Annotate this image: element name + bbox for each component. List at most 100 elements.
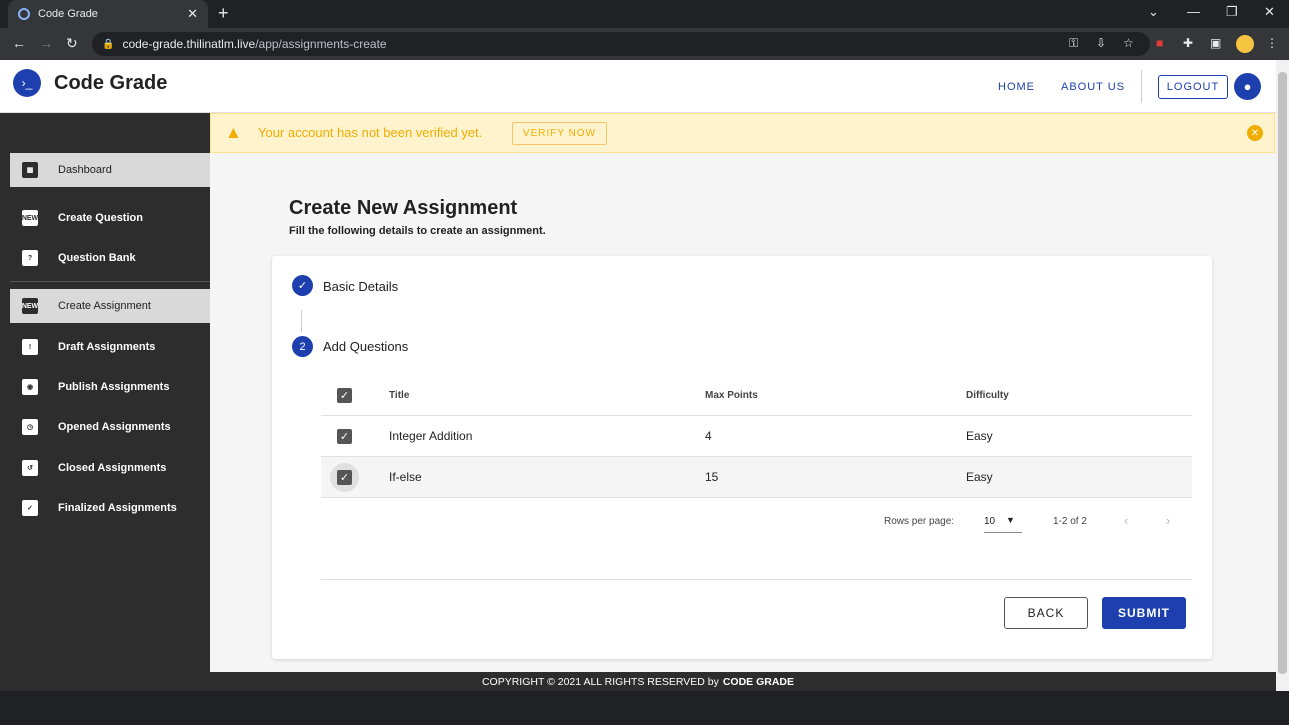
document-icon: ! — [22, 339, 38, 355]
sidebar-item-publish-assignments[interactable]: ◉ Publish Assignments — [10, 370, 210, 404]
column-title[interactable]: Title — [389, 390, 409, 401]
profile-avatar[interactable] — [1236, 35, 1254, 53]
sidebar-item-question-bank[interactable]: ? Question Bank — [10, 241, 210, 275]
reload-icon[interactable]: ↻ — [66, 35, 78, 52]
rows-per-page-label: Rows per page: — [884, 516, 955, 527]
nav-about-link[interactable]: ABOUT US — [1061, 81, 1125, 93]
sidebar-item-opened-assignments[interactable]: ◷ Opened Assignments — [10, 410, 210, 444]
footer-brand: CODE GRADE — [722, 676, 795, 688]
step-add-questions[interactable]: Add Questions — [323, 339, 408, 354]
table-row[interactable]: ✓ Integer Addition 4 Easy — [321, 416, 1192, 457]
assignment-card: ✓ Basic Details 2 Add Questions ✓ Title … — [272, 256, 1212, 659]
rows-per-page-select[interactable]: 10 ▼ — [984, 511, 1022, 533]
step-basic-details[interactable]: Basic Details — [323, 279, 398, 294]
sidepanel-icon[interactable]: ▣ — [1210, 36, 1221, 50]
menu-icon[interactable]: ⋮ — [1266, 36, 1278, 50]
nav-home-link[interactable]: HOME — [998, 81, 1035, 93]
row-difficulty: Easy — [966, 470, 993, 484]
dropdown-arrow-icon: ▼ — [1006, 515, 1015, 525]
star-icon[interactable]: ☆ — [1123, 36, 1134, 50]
url-bar[interactable]: 🔒 code-grade.thilinatlm.live/app/assignm… — [92, 32, 1150, 56]
forward-arrow-icon[interactable]: → — [39, 35, 53, 51]
close-icon[interactable]: ✕ — [1247, 125, 1263, 141]
document-icon: ◷ — [22, 419, 38, 435]
sidebar-item-dashboard[interactable]: ▦ Dashboard — [10, 153, 210, 187]
footer: COPYRIGHT © 2021 ALL RIGHTS RESERVED by … — [0, 672, 1276, 691]
user-account-icon[interactable]: ● — [1234, 73, 1261, 100]
row-max-points: 15 — [705, 470, 719, 484]
maximize-icon[interactable]: ❐ — [1226, 4, 1238, 20]
step-connector — [301, 310, 302, 332]
prev-page-icon[interactable]: ‹ — [1124, 513, 1128, 528]
logout-button[interactable]: LOGOUT — [1158, 75, 1228, 99]
verify-now-button[interactable]: VERIFY NOW — [512, 122, 607, 145]
browser-tab[interactable]: Code Grade ✕ — [8, 0, 208, 28]
column-difficulty[interactable]: Difficulty — [966, 390, 1009, 401]
page-scrollbar[interactable] — [1276, 60, 1289, 691]
card-divider — [321, 579, 1192, 580]
address-toolbar: ← → ↻ 🔒 code-grade.thilinatlm.live/app/a… — [0, 28, 1289, 60]
sidebar-item-closed-assignments[interactable]: ↺ Closed Assignments — [10, 451, 210, 485]
app-name: Code Grade — [54, 72, 168, 94]
next-page-icon[interactable]: › — [1166, 513, 1170, 528]
extensions-icon[interactable]: ✚ — [1183, 36, 1193, 50]
sidebar-item-label: Draft Assignments — [58, 341, 156, 353]
lock-icon: 🔒 — [102, 38, 115, 50]
install-icon[interactable]: ⇩ — [1096, 36, 1106, 50]
scrollbar-thumb[interactable] — [1278, 72, 1287, 674]
sidebar: ▦ Dashboard NEW Create Question ? Questi… — [0, 113, 210, 673]
new-tab-icon[interactable]: + — [218, 3, 229, 24]
check-icon: ✓ — [292, 275, 313, 296]
column-max-points[interactable]: Max Points — [705, 390, 758, 401]
row-checkbox[interactable]: ✓ — [337, 429, 352, 444]
sidebar-item-label: Dashboard — [58, 164, 112, 176]
submit-button[interactable]: SUBMIT — [1102, 597, 1186, 629]
rows-per-page-value: 10 — [984, 516, 996, 527]
close-tab-icon[interactable]: ✕ — [187, 6, 198, 22]
footer-text: COPYRIGHT © 2021 ALL RIGHTS RESERVED by — [481, 676, 719, 688]
sidebar-item-finalized-assignments[interactable]: ✓ Finalized Assignments — [10, 491, 210, 525]
row-max-points: 4 — [705, 429, 712, 443]
tab-search-icon[interactable]: ⌄ — [1148, 4, 1159, 20]
sidebar-item-label: Finalized Assignments — [58, 502, 177, 514]
sidebar-item-label: Create Question — [58, 212, 143, 224]
key-icon[interactable]: ⚿ — [1069, 36, 1078, 51]
sidebar-item-label: Opened Assignments — [58, 421, 171, 433]
row-title: Integer Addition — [389, 429, 473, 443]
tab-bar: Code Grade ✕ + ⌄ — ❐ ✕ — [0, 0, 1289, 28]
page: ›_ Code Grade HOME ABOUT US LOGOUT ● ▦ D… — [0, 60, 1276, 691]
sidebar-item-create-assignment[interactable]: NEW Create Assignment — [10, 289, 210, 323]
table-header: ✓ Title Max Points Difficulty — [321, 374, 1192, 416]
page-subtitle: Fill the following details to create an … — [289, 225, 546, 237]
sidebar-divider — [10, 281, 210, 282]
select-all-checkbox[interactable]: ✓ — [337, 388, 352, 403]
minimize-icon[interactable]: — — [1187, 4, 1200, 19]
page-title: Create New Assignment — [289, 197, 518, 219]
back-arrow-icon[interactable]: ← — [12, 35, 26, 51]
logo-icon: ›_ — [13, 69, 41, 97]
document-icon: ✓ — [22, 500, 38, 516]
pagination-range: 1-2 of 2 — [1053, 516, 1087, 527]
verification-alert: ▲ Your account has not been verified yet… — [210, 113, 1275, 153]
sidebar-item-label: Publish Assignments — [58, 381, 170, 393]
back-button[interactable]: BACK — [1004, 597, 1088, 629]
question-icon: ? — [22, 250, 38, 266]
sidebar-item-draft-assignments[interactable]: ! Draft Assignments — [10, 330, 210, 364]
header-divider — [1141, 70, 1142, 103]
document-icon: ◉ — [22, 379, 38, 395]
warning-icon: ▲ — [225, 123, 242, 142]
url-text: code-grade.thilinatlm.live/app/assignmen… — [122, 37, 387, 51]
browser-window: Code Grade ✕ + ⌄ — ❐ ✕ ← → ↻ 🔒 code-grad… — [0, 0, 1289, 725]
favicon-icon — [18, 8, 30, 20]
row-title: If-else — [389, 470, 422, 484]
tab-title: Code Grade — [38, 8, 98, 20]
new-icon: NEW — [22, 298, 38, 314]
table-row[interactable]: ✓ If-else 15 Easy — [321, 457, 1192, 498]
pocket-icon[interactable]: ■ — [1156, 36, 1163, 50]
new-icon: NEW — [22, 210, 38, 226]
sidebar-item-create-question[interactable]: NEW Create Question — [10, 201, 210, 235]
sidebar-item-label: Closed Assignments — [58, 462, 167, 474]
sidebar-item-label: Create Assignment — [58, 300, 151, 312]
row-checkbox[interactable]: ✓ — [337, 470, 352, 485]
close-window-icon[interactable]: ✕ — [1264, 4, 1275, 20]
